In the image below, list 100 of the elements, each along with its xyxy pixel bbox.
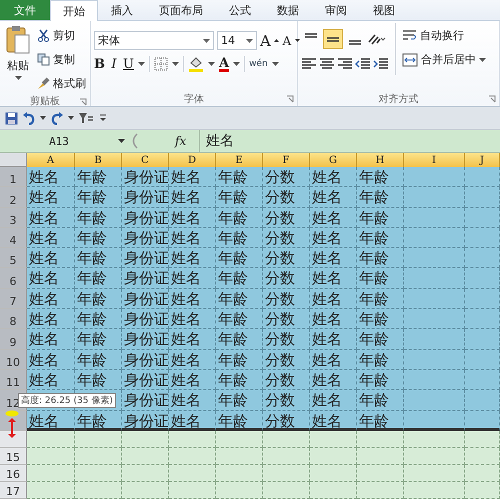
paste-button[interactable]: 粘贴: [3, 23, 33, 80]
font-color-button[interactable]: A: [218, 56, 230, 72]
table-cell: 姓名: [310, 187, 357, 208]
table-cell: [465, 430, 500, 448]
ribbon-tab[interactable]: 插入: [98, 0, 146, 20]
clipboard-command[interactable]: 剪切: [37, 25, 86, 46]
row-header[interactable]: 11: [0, 370, 27, 390]
table-cell: [465, 410, 500, 431]
launcher-icon[interactable]: [488, 95, 496, 103]
launcher-icon[interactable]: [286, 95, 294, 103]
wrap-text-button[interactable]: 自动换行: [402, 25, 486, 46]
ribbon-tab[interactable]: 审阅: [312, 0, 360, 20]
table-cell: 年龄: [357, 329, 404, 350]
undo-icon[interactable]: [22, 112, 36, 124]
row-header[interactable]: 17: [0, 482, 27, 499]
ribbon-tab[interactable]: 公式: [216, 0, 264, 20]
table-cell: 年龄: [75, 350, 122, 370]
table-cell: [263, 430, 310, 448]
formula-field[interactable]: 姓名: [199, 130, 500, 152]
table-cell: 年龄: [357, 288, 404, 310]
column-header[interactable]: D: [169, 153, 216, 167]
column-header[interactable]: J: [465, 153, 500, 167]
caret-icon[interactable]: [208, 62, 215, 66]
table-cell: 姓名: [169, 350, 216, 370]
phonetic-button[interactable]: wén: [249, 55, 268, 73]
align-icon[interactable]: [337, 57, 353, 71]
row-header[interactable]: 10: [0, 350, 27, 370]
table-cell: 年龄: [75, 309, 122, 330]
ribbon-tab[interactable]: 视图: [360, 0, 408, 20]
table-cell: 姓名: [27, 167, 75, 188]
row-header[interactable]: 8: [0, 309, 27, 330]
grow-font-button[interactable]: A: [260, 32, 271, 50]
row-header[interactable]: 3: [0, 208, 27, 228]
table-cell: 年龄: [216, 248, 263, 268]
font-name-field[interactable]: 宋体: [94, 31, 214, 50]
bold-button[interactable]: B: [94, 55, 105, 73]
indent-icon[interactable]: [355, 57, 371, 71]
filter-icon[interactable]: [78, 112, 94, 124]
caret-icon[interactable]: [272, 62, 279, 66]
caret-icon[interactable]: [138, 62, 145, 66]
font-size-field[interactable]: 14: [217, 31, 257, 50]
clipboard-command[interactable]: 复制: [37, 49, 86, 70]
save-icon[interactable]: [5, 112, 18, 124]
shrink-font-button[interactable]: A: [282, 32, 292, 50]
caret-icon[interactable]: [68, 116, 74, 120]
table-cell: [27, 430, 75, 448]
table-cell: 年龄: [216, 309, 263, 330]
vertical-align-button[interactable]: [323, 29, 343, 49]
row-header[interactable]: 4: [0, 228, 27, 248]
column-header[interactable]: A: [27, 153, 75, 167]
row-header[interactable]: 6: [0, 268, 27, 289]
caret-icon[interactable]: [40, 116, 46, 120]
fill-bucket-icon[interactable]: [188, 56, 204, 72]
launcher-icon[interactable]: [79, 98, 87, 106]
table-cell: 年龄: [357, 410, 404, 431]
indent-icon[interactable]: [373, 57, 389, 71]
ribbon-tab[interactable]: 数据: [264, 0, 312, 20]
clipboard-command[interactable]: 格式刷: [37, 73, 86, 94]
column-header[interactable]: G: [310, 153, 357, 167]
row-header[interactable]: 15: [0, 448, 27, 465]
table-cell: 年龄: [357, 228, 404, 248]
text-angle-icon[interactable]: [367, 32, 387, 46]
row-header[interactable]: 16: [0, 464, 27, 482]
table-cell: 年龄: [75, 187, 122, 208]
name-box[interactable]: A13: [0, 130, 118, 152]
column-header[interactable]: C: [122, 153, 169, 167]
table-cell: [465, 288, 500, 310]
merge-center-button[interactable]: 合并后居中: [402, 49, 486, 70]
column-header[interactable]: E: [216, 153, 263, 167]
italic-button[interactable]: I: [109, 55, 119, 73]
insert-function-button[interactable]: fx: [175, 134, 195, 148]
ribbon-tab[interactable]: 页面布局: [146, 0, 216, 20]
column-header[interactable]: B: [75, 153, 122, 167]
row-header[interactable]: 2: [0, 187, 27, 208]
underline-button[interactable]: U: [123, 55, 134, 73]
caret-icon[interactable]: [118, 139, 125, 143]
caret-icon[interactable]: [172, 62, 179, 66]
column-header[interactable]: I: [404, 153, 465, 167]
border-icon[interactable]: [154, 57, 168, 71]
table-cell: 姓名: [310, 167, 357, 188]
row-header[interactable]: 7: [0, 288, 27, 310]
redo-icon[interactable]: [50, 112, 64, 124]
align-icon: [304, 33, 318, 38]
align-icon[interactable]: [319, 57, 335, 71]
row-header[interactable]: 9: [0, 329, 27, 350]
caret-icon[interactable]: [233, 62, 240, 66]
table-cell: 分数: [263, 370, 310, 390]
table-cell: 姓名: [310, 248, 357, 268]
ribbon-tab[interactable]: 文件: [0, 0, 50, 20]
table-cell: [404, 228, 465, 248]
row-header[interactable]: 5: [0, 248, 27, 268]
table-cell: 年龄: [75, 208, 122, 228]
table-cell: 年龄: [75, 329, 122, 350]
align-icon[interactable]: [301, 57, 317, 71]
ribbon-tab[interactable]: 开始: [50, 0, 98, 21]
row-header[interactable]: 1: [0, 167, 27, 188]
table-cell: [27, 482, 75, 499]
customize-icon[interactable]: [98, 113, 108, 123]
column-header[interactable]: F: [263, 153, 310, 167]
column-header[interactable]: H: [357, 153, 404, 167]
